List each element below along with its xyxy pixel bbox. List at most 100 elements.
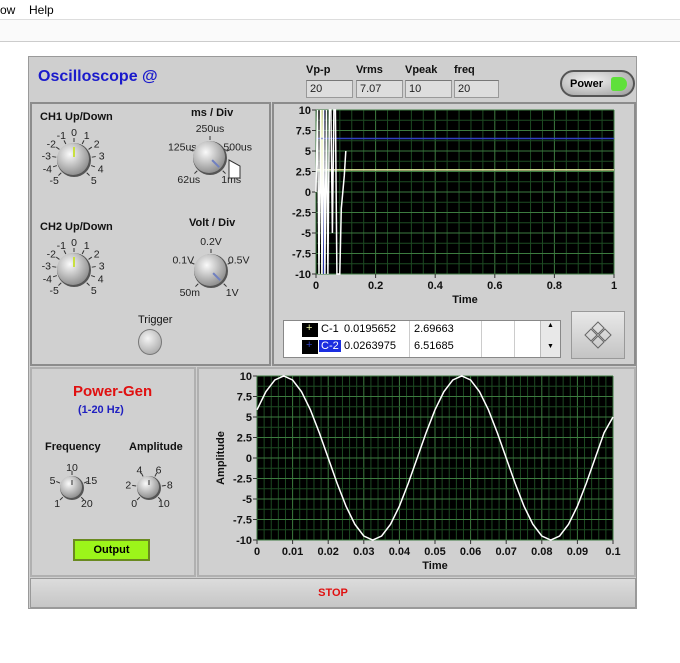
knob-tick [88,146,93,150]
y-tick-label: 7.5 [237,392,252,404]
knob-tick-label: 1 [84,240,90,252]
cursor-style-icon[interactable]: + [302,322,318,337]
output-button[interactable]: Output [73,539,150,561]
knob-tick [55,146,60,150]
knob-tick-label: 62us [177,174,200,186]
knob-tick-label: 2 [94,139,100,151]
knob-body[interactable] [193,141,225,173]
legend-divider [481,321,482,357]
y-tick-label: 0 [246,453,252,465]
cursor-movement-button[interactable] [571,311,625,359]
knob-tick [52,165,58,168]
legend-divider [514,321,515,357]
cursor-name[interactable]: C-1 [319,323,341,335]
x-tick-label: 0.06 [460,546,481,558]
x-tick-label: 0.4 [428,280,444,292]
amplitude-knob[interactable]: 024 68 10 [125,464,172,510]
knob-tick-label: -3 [42,261,51,273]
output-label: Output [93,544,130,556]
cursor-style-icon[interactable]: + [302,339,318,354]
knob-tick-label: 5 [91,285,97,297]
cursor-move-diamond-icon [584,321,612,349]
knob-tick-label: -3 [42,151,51,163]
knob-tick [161,484,166,487]
knob-tick [52,156,57,158]
y-tick-label: 10 [299,105,311,117]
knob-tick [59,496,64,501]
knob-tick [88,256,93,260]
knob-tick [90,275,96,278]
knob-tick-label: 20 [81,498,93,510]
frequency-knob[interactable]: 15101520 [50,462,98,510]
knob-tick [52,275,58,278]
knob-tick [86,282,90,286]
knob-tick-label: 0 [131,498,137,510]
y-tick-label: -7.5 [292,249,311,261]
y-tick-label: -5 [301,228,311,240]
cursor-x-value: 0.0263975 [344,340,396,352]
knob-tick [91,266,96,268]
legend-scrollbar[interactable]: ▲ ▼ [540,321,560,357]
knob-tick-label: 1V [226,287,239,299]
y-tick-label: 10 [240,371,252,383]
knob-tick-label: -1 [57,240,66,252]
y-tick-label: 5 [305,146,311,158]
x-tick-label: 0 [313,280,319,292]
knob-tick [194,170,198,174]
knob-tick-label: 5 [50,475,56,487]
knob-tick-label: 10 [158,498,170,510]
scroll-down-icon[interactable]: ▼ [541,343,560,350]
knob-tick [222,170,226,174]
knob-tick-label: 50m [180,287,201,299]
knob-tick-label: 0 [71,127,77,139]
x-tick-label: 0.6 [487,280,502,292]
knob-tick-label: 250us [196,123,225,135]
legend-divider [409,321,410,357]
x-tick-label: 0.1 [605,546,620,558]
knob-tick [132,484,137,487]
stop-button[interactable]: STOP [30,578,636,608]
knob-tick-label: 3 [99,261,105,273]
x-axis-label: Time [422,560,447,572]
scroll-up-icon[interactable]: ▲ [541,322,560,329]
cursor-legend: + C-1 0.0195652 2.69663 + C-2 0.0263975 6… [283,320,561,358]
knob-tick-label: 10 [66,462,78,474]
knob-tick-label: -4 [43,164,52,176]
knob-tick-label: 2 [94,249,100,261]
x-tick-label: 1 [611,280,617,292]
knob-tick-label: 6 [156,464,162,476]
knob-body[interactable] [137,476,159,498]
y-tick-label: -7.5 [233,515,252,527]
y-tick-label: 0 [305,187,311,199]
knob-tick [86,172,90,176]
knob-tick-label: 0.1V [172,255,194,267]
x-tick-label: 0.05 [424,546,445,558]
volt-div-knob[interactable]: 50m 0.1V 0.2V 0.5V 1V [172,236,249,299]
knob-tick-label: 4 [98,164,104,176]
knob-tick-label: -1 [57,130,66,142]
knob-tick [136,496,141,501]
x-axis-label: Time [452,294,477,306]
knob-tick-label: 0 [71,237,77,249]
x-tick-label: 0.02 [317,546,338,558]
y-tick-label: -10 [236,535,252,547]
mouse-cursor-icon [228,159,241,179]
knob-tick-label: -2 [47,249,56,261]
x-tick-label: 0.2 [368,280,383,292]
cursor-y-value: 2.69663 [414,323,454,335]
cursor-x-value: 0.0195652 [344,323,396,335]
scope-graph[interactable]: 0 0.2 0.4 0.6 0.8 1 10 7.5 5 2.5 0 -2.5 -5 -7.5 -10 Tim… [272,102,636,314]
x-tick-label: 0.03 [353,546,374,558]
knob-tick-label: 4 [137,464,143,476]
knob-tick-label: 1 [54,498,60,510]
knob-body[interactable] [194,254,226,286]
cursor-name[interactable]: C-2 [319,340,341,352]
knob-tick [195,283,199,287]
powergen-graph[interactable]: 0 0.01 0.02 0.03 0.04 0.05 0.06 0.07 0.08 0.09 0.1… [197,367,636,577]
ch1-knob[interactable]: -5-4-3-2-1 0 12345 [42,127,105,187]
y-tick-label: 5 [246,412,252,424]
ch2-knob[interactable]: -5-4-3-2-1 0 12345 [42,237,105,297]
knob-body[interactable] [60,476,82,498]
stop-label: STOP [318,587,348,599]
y-tick-label: -2.5 [292,208,311,220]
